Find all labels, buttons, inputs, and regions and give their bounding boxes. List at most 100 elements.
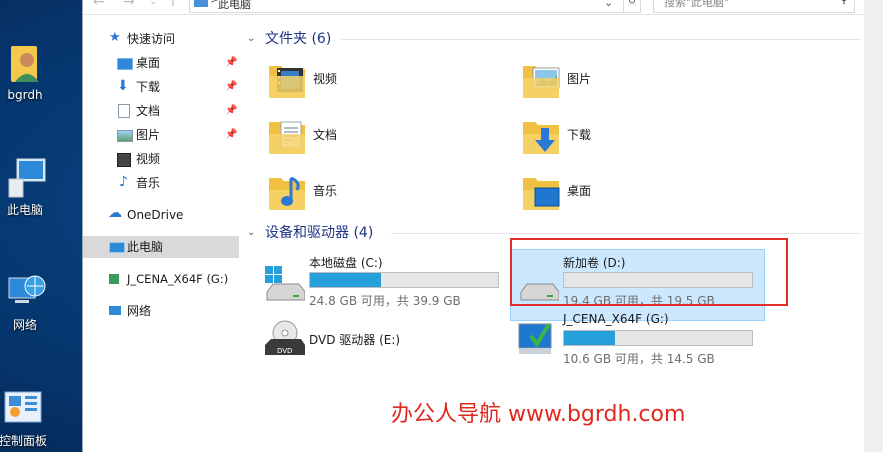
nav-item-label: 快速访问 xyxy=(127,32,176,46)
cloud-icon: ☁ xyxy=(108,205,122,221)
network-icon xyxy=(109,306,121,315)
music-folder-icon xyxy=(269,176,305,210)
desktop-icon-label: bgrdh xyxy=(7,88,43,102)
folder-label: 音乐 xyxy=(313,184,338,198)
drive-info: 10.6 GB 可用，共 14.5 GB xyxy=(563,352,715,366)
usb-install-drive-icon xyxy=(518,322,552,354)
desktop-icon-this-pc[interactable]: 此电脑 xyxy=(0,155,60,218)
drive-usage-fill xyxy=(310,273,382,287)
folder-videos[interactable]: 视频 xyxy=(267,58,507,106)
drive-usage-fill xyxy=(564,331,615,345)
address-bar[interactable]: > 此电脑 xyxy=(189,0,641,13)
nav-item-pictures[interactable]: 图片 📌 xyxy=(83,124,239,146)
nav-item-label: 视频 xyxy=(136,152,161,166)
drive-info: 24.8 GB 可用，共 39.9 GB xyxy=(309,294,461,308)
divider xyxy=(391,233,861,234)
dvd-drive-icon: DVD xyxy=(265,320,305,355)
folder-pictures[interactable]: 图片 xyxy=(521,58,761,106)
drive-e[interactable]: DVD DVD 驱动器 (E:) xyxy=(263,319,513,381)
drive-usage-bar xyxy=(309,272,499,288)
nav-item-downloads[interactable]: ⬇ 下载 📌 xyxy=(83,76,239,98)
folder-label: 视频 xyxy=(313,72,338,86)
nav-item-network[interactable]: 网络 xyxy=(83,300,239,322)
nav-item-label: 桌面 xyxy=(136,56,161,70)
nav-item-videos[interactable]: 视频 xyxy=(83,148,239,170)
drive-label: J_CENA_X64F (G:) xyxy=(563,312,669,326)
nav-item-label: 网络 xyxy=(127,304,152,318)
group-title: 设备和驱动器 (4) xyxy=(265,225,374,241)
drive-label: DVD 驱动器 (E:) xyxy=(309,333,401,347)
refresh-button[interactable]: ↻ xyxy=(623,0,641,13)
scrollbar[interactable] xyxy=(864,0,883,452)
breadcrumb[interactable]: 此电脑 xyxy=(218,0,251,12)
pin-icon[interactable]: 📌 xyxy=(225,76,237,98)
pin-icon[interactable]: 📌 xyxy=(225,124,237,146)
up-button[interactable]: ↑ xyxy=(167,0,179,10)
desktop-icon-network[interactable]: 网络 xyxy=(0,270,60,333)
drive-label: 本地磁盘 (C:) xyxy=(309,256,383,270)
drive-g[interactable]: J_CENA_X64F (G:) 10.6 GB 可用，共 14.5 GB xyxy=(517,312,767,374)
desktop-icon-control-panel[interactable]: 控制面板 xyxy=(0,390,58,449)
folder-label: 桌面 xyxy=(567,184,592,198)
picture-folder-icon xyxy=(523,66,560,98)
back-button[interactable]: ← xyxy=(93,0,105,10)
nav-item-label: 文档 xyxy=(136,104,161,118)
picture-icon xyxy=(117,130,133,142)
video-icon xyxy=(117,153,131,167)
search-icon[interactable]: ⚲ xyxy=(840,0,848,6)
address-bar-row: ← → ⌄ ↑ > 此电脑 ⌄ ↻ 搜索"此电脑" ⚲ xyxy=(83,0,864,15)
desktop-icon-bgrdh[interactable]: bgrdh xyxy=(0,42,60,102)
desktop-folder-icon xyxy=(523,178,560,210)
folder-label: 下载 xyxy=(567,128,592,142)
drive-c[interactable]: 本地磁盘 (C:) 24.8 GB 可用，共 39.9 GB xyxy=(263,254,513,316)
nav-item-documents[interactable]: 文档 📌 xyxy=(83,100,239,122)
control-panel-icon xyxy=(4,391,42,423)
folder-downloads[interactable]: 下载 xyxy=(521,114,761,162)
computer-icon xyxy=(109,242,125,253)
watermark-text: 办公人导航 www.bgrdh.com xyxy=(391,402,686,427)
pin-icon[interactable]: 📌 xyxy=(225,100,237,122)
download-icon: ⬇ xyxy=(117,78,129,94)
explorer-window: ← → ⌄ ↑ > 此电脑 ⌄ ↻ 搜索"此电脑" ⚲ ★ 快速访问 桌面 📌 … xyxy=(82,0,883,452)
network-icon xyxy=(8,275,46,303)
user-folder-icon xyxy=(11,46,39,82)
nav-item-onedrive[interactable]: ☁ OneDrive xyxy=(83,204,239,226)
nav-item-label: 图片 xyxy=(136,128,161,142)
desktop-icon-label: 控制面板 xyxy=(0,434,47,448)
nav-item-label: 此电脑 xyxy=(127,240,164,254)
folder-music[interactable]: 音乐 xyxy=(267,170,507,218)
folder-desktop[interactable]: 桌面 xyxy=(521,170,761,218)
nav-item-quick-access[interactable]: ★ 快速访问 xyxy=(83,28,239,50)
navigation-pane: ★ 快速访问 桌面 📌 ⬇ 下载 📌 文档 📌 图片 📌 视频 ♪ 音乐 ☁ O… xyxy=(83,14,239,452)
folder-label: 图片 xyxy=(567,72,592,86)
folder-documents[interactable]: 文档 xyxy=(267,114,507,162)
computer-icon xyxy=(8,158,46,198)
nav-item-label: 下载 xyxy=(136,80,161,94)
usb-drive-icon xyxy=(109,274,119,284)
chevron-down-icon[interactable]: ⌄ xyxy=(247,222,255,244)
music-icon: ♪ xyxy=(119,174,128,190)
computer-icon xyxy=(194,0,208,7)
address-dropdown-button[interactable]: ⌄ xyxy=(604,0,613,9)
divider xyxy=(341,39,861,40)
nav-item-label: J_CENA_X64F (G:) xyxy=(127,272,229,286)
svg-text:DVD: DVD xyxy=(277,347,292,355)
recent-dropdown-button[interactable]: ⌄ xyxy=(149,0,157,7)
chevron-down-icon[interactable]: ⌄ xyxy=(247,28,255,50)
nav-item-label: 音乐 xyxy=(136,176,161,190)
windows-drive-icon xyxy=(265,266,305,301)
forward-button[interactable]: → xyxy=(123,0,135,10)
nav-item-music[interactable]: ♪ 音乐 xyxy=(83,172,239,194)
desktop-icon xyxy=(117,58,133,70)
folder-label: 文档 xyxy=(313,128,338,142)
download-folder-icon xyxy=(523,122,559,154)
drive-usage-bar xyxy=(563,330,753,346)
nav-item-desktop[interactable]: 桌面 📌 xyxy=(83,52,239,74)
nav-item-this-pc[interactable]: 此电脑 xyxy=(83,236,239,258)
video-folder-icon xyxy=(269,66,305,98)
pin-icon[interactable]: 📌 xyxy=(225,52,237,74)
search-input[interactable]: 搜索"此电脑" ⚲ xyxy=(653,0,855,13)
nav-item-usb-drive[interactable]: J_CENA_X64F (G:) xyxy=(83,268,239,290)
content-pane: ⌄ 文件夹 (6) 视频 图片 文档 下载 音乐 桌面 ⌄ 设备和驱动器 (4)… xyxy=(241,14,861,452)
nav-item-label: OneDrive xyxy=(127,208,184,222)
